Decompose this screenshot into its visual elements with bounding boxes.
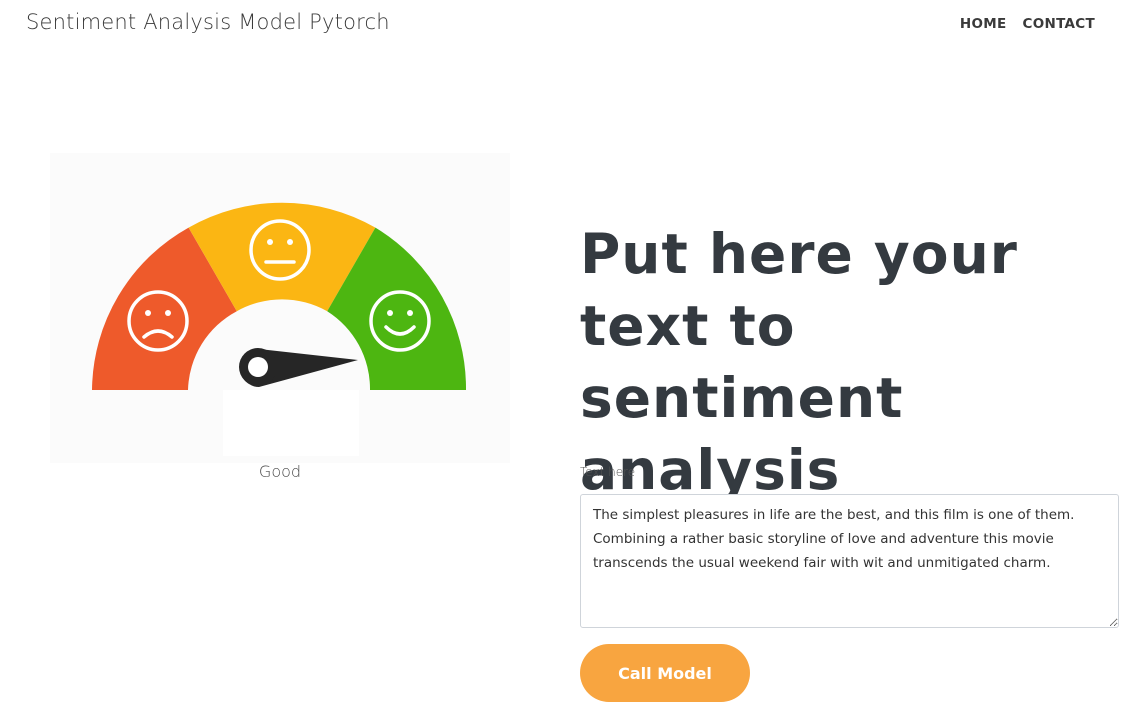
text-field-label: Text here <box>580 465 636 479</box>
gauge-needle-icon <box>239 348 358 387</box>
sentiment-result: Good <box>258 462 302 481</box>
top-nav: HOME CONTACT <box>960 16 1095 32</box>
brand-title[interactable]: Sentiment Analysis Model Pytorch <box>26 10 390 34</box>
call-model-button[interactable]: Call Model <box>580 644 750 702</box>
sentiment-gauge-image <box>50 153 510 463</box>
review-text-input[interactable]: The simplest pleasures in life are the b… <box>580 494 1119 628</box>
gauge-base <box>223 390 359 456</box>
page: Sentiment Analysis Model Pytorch HOME CO… <box>0 0 1145 716</box>
nav-home-link[interactable]: HOME <box>960 16 1007 32</box>
page-heading: Put here your text to sentiment analysis <box>580 222 1018 502</box>
nav-contact-link[interactable]: CONTACT <box>1022 16 1095 32</box>
